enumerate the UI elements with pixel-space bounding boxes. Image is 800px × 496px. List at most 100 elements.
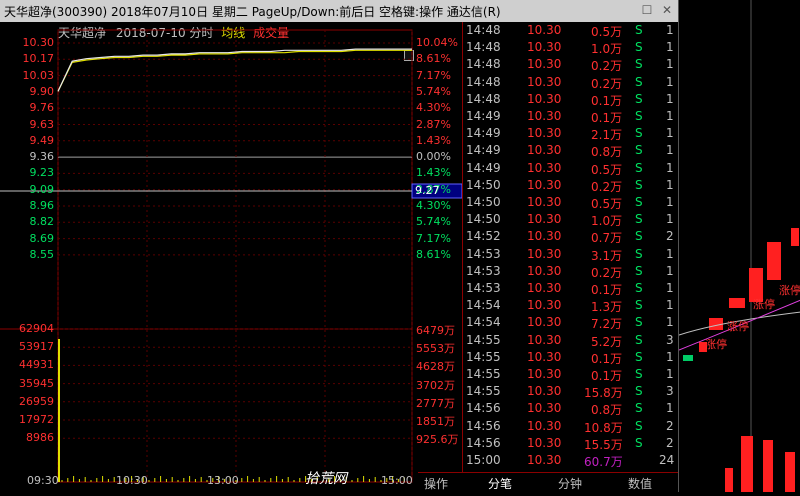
trade-row: 14:56 10.30 0.8万 S 1: [463, 400, 678, 417]
intraday-chart[interactable]: 天华超净 2018-07-10 分时 均线 成交量 10.30 10.04% 10.…: [0, 22, 463, 492]
volume-axis-label: 26959: [19, 394, 54, 408]
trade-count: 1: [666, 109, 674, 123]
price-axis-label: 9.76: [29, 101, 55, 115]
percent-axis-label: 1.43%: [416, 133, 451, 147]
trade-price: 10.30: [527, 177, 562, 192]
volume-axis-label: 44931: [19, 358, 54, 372]
trade-volume: 0.2万: [591, 59, 623, 74]
trade-time: 14:50: [466, 212, 501, 227]
limit-up-label: 涨停: [727, 320, 749, 333]
trade-volume: 0.5万: [591, 25, 623, 39]
trade-time: 14:48: [466, 23, 501, 37]
trade-row: 14:53 10.30 0.1万 S 1: [463, 280, 678, 297]
trade-row: 14:50 10.30 1.0万 S 1: [463, 211, 678, 228]
trade-price: 10.30: [527, 281, 562, 295]
trade-price: 10.30: [527, 23, 562, 37]
price-axis-label: 9.09: [29, 182, 55, 196]
trade-price: 10.30: [527, 298, 562, 313]
trade-count: 1: [666, 74, 674, 89]
tick-trade-list[interactable]: 14:48 10.30 0.5万 S 1 14:48 10.30 1.0万 S 1 14:48 10.…: [463, 22, 678, 472]
trade-count: 1: [666, 349, 674, 364]
trade-time: 14:49: [466, 143, 501, 158]
chart-frame: [57, 29, 413, 483]
trade-volume: 0.2万: [591, 179, 623, 194]
trade-count: 1: [666, 177, 674, 192]
time-axis-label: 10:30: [116, 474, 148, 487]
trade-count: 1: [666, 212, 674, 227]
trade-row: 14:48 10.30 1.0万 S 1: [463, 39, 678, 56]
trade-side: S: [635, 298, 643, 313]
restore-icon[interactable]: ☐: [640, 3, 654, 17]
trade-time: 14:54: [466, 315, 501, 330]
percent-axis-label: 5.74%: [416, 215, 451, 229]
volume-axis-label: 17972: [19, 413, 54, 426]
trade-side: S: [635, 281, 643, 295]
trade-price: 10.30: [527, 263, 562, 278]
trade-count: 3: [666, 332, 674, 347]
window-title: 天华超净(300390) 2018年07月10日 星期二 PageUp/Down…: [4, 5, 501, 19]
price-line: [57, 48, 412, 92]
trade-side: S: [635, 263, 643, 278]
volume-bar: [725, 468, 733, 492]
trade-side: S: [635, 177, 643, 192]
trade-volume: 0.8万: [591, 145, 623, 160]
trade-count: 2: [666, 418, 674, 433]
tab-minutes[interactable]: 分钟: [558, 475, 582, 492]
trade-time: 14:53: [466, 246, 501, 261]
trade-volume: 0.8万: [591, 403, 623, 418]
price-axis-label: 9.23: [29, 166, 55, 180]
trade-count: 1: [666, 126, 674, 141]
trade-volume: 15.5万: [584, 437, 623, 452]
trade-price: 10.30: [527, 453, 562, 467]
trade-row: 14:48 10.30 0.2万 S 1: [463, 56, 678, 73]
trade-price: 10.30: [527, 212, 562, 227]
percent-axis-label: 4.30%: [416, 199, 451, 212]
trade-price: 10.30: [527, 315, 562, 330]
trade-volume: 0.1万: [591, 283, 623, 297]
price-axis-label: 9.63: [29, 117, 55, 131]
price-axis-label: 8.55: [29, 247, 55, 261]
tab-ticks[interactable]: 分笔: [488, 475, 512, 492]
trade-row: 14:53 10.30 0.2万 S 1: [463, 263, 678, 280]
tab-operate[interactable]: 操作: [424, 475, 448, 492]
trade-count: 1: [666, 401, 674, 416]
percent-axis-label: 8.61%: [416, 52, 451, 66]
trade-row: 14:49 10.30 2.1万 S 1: [463, 125, 678, 142]
limit-up-label: 涨停: [705, 338, 727, 351]
trade-count: 24: [659, 453, 675, 467]
close-icon[interactable]: ✕: [660, 3, 674, 17]
trade-count: 1: [666, 143, 674, 158]
tab-values[interactable]: 数值: [628, 475, 652, 492]
trade-volume: 0.1万: [591, 369, 623, 383]
price-axis-label: 8.69: [29, 231, 55, 245]
trade-price: 10.30: [527, 126, 562, 141]
trade-count: 1: [666, 40, 674, 55]
volume-axis-label-right: 1851万: [416, 415, 455, 428]
trade-price: 10.30: [527, 435, 562, 450]
trade-volume: 0.1万: [591, 111, 623, 125]
trade-time: 14:55: [466, 332, 501, 347]
trade-volume: 0.7万: [591, 231, 623, 246]
trade-side: S: [635, 109, 643, 123]
trade-time: 14:56: [466, 435, 501, 450]
trade-count: 1: [666, 315, 674, 330]
trade-side: S: [635, 40, 643, 55]
time-axis-label: 15:00: [381, 474, 413, 487]
trade-price: 10.30: [527, 401, 562, 416]
trade-side: S: [635, 367, 643, 381]
trade-count: 1: [666, 91, 674, 106]
trade-time: 14:50: [466, 195, 501, 209]
volume-bar: [763, 440, 773, 492]
trade-count: 1: [666, 298, 674, 313]
price-axis-label: 10.30: [22, 36, 55, 49]
trade-row: 14:53 10.30 3.1万 S 1: [463, 246, 678, 263]
kline-canvas: [678, 0, 800, 492]
trade-volume: 0.1万: [591, 93, 623, 108]
percent-axis-label: 10.04%: [416, 36, 458, 49]
trade-side: S: [635, 384, 643, 399]
trade-price: 10.30: [527, 143, 562, 158]
price-axis-label: 9.36: [29, 150, 55, 164]
limit-up-label: 涨停: [753, 298, 775, 311]
trade-row: 14:56 10.30 10.8万 S 2: [463, 418, 678, 435]
trade-time: 14:49: [466, 126, 501, 141]
